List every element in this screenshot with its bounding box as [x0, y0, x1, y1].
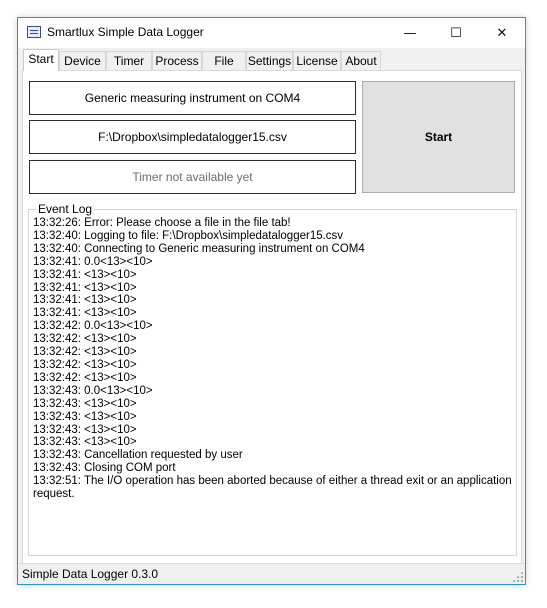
log-line: 13:32:43: <13><10>: [33, 436, 137, 449]
tab-process[interactable]: Process: [152, 51, 202, 70]
log-line: 13:32:40: Connecting to Generic measurin…: [33, 242, 365, 255]
log-line: 13:32:42: <13><10>: [33, 333, 137, 346]
log-line: 13:32:43: <13><10>: [33, 423, 137, 436]
tab-about[interactable]: About: [341, 51, 381, 70]
log-line: 13:32:43: Cancellation requested by user: [33, 449, 243, 462]
title-bar[interactable]: Smartlux Simple Data Logger — ☐ ✕: [18, 18, 525, 48]
tab-start[interactable]: Start: [23, 49, 59, 71]
file-button[interactable]: F:\Dropbox\simpledatalogger15.csv: [29, 120, 356, 154]
window-title: Smartlux Simple Data Logger: [47, 25, 204, 39]
status-bar: Simple Data Logger 0.3.0: [18, 563, 525, 584]
minimize-icon: —: [403, 25, 417, 41]
tab-settings[interactable]: Settings: [246, 51, 293, 70]
tab-timer[interactable]: Timer: [106, 51, 152, 70]
log-line: 13:32:42: <13><10>: [33, 371, 137, 384]
tab-device[interactable]: Device: [59, 51, 106, 70]
log-line: 13:32:43: <13><10>: [33, 397, 137, 410]
minimize-button[interactable]: —: [387, 18, 433, 48]
close-icon: ✕: [496, 25, 508, 41]
log-line: 13:32:42: <13><10>: [33, 358, 137, 371]
resize-grip-icon[interactable]: [512, 571, 523, 582]
app-icon: [27, 26, 41, 38]
log-line: 13:32:43: Closing COM port: [33, 462, 176, 475]
event-log-group: Event Log 13:32:26: Error: Please choose…: [28, 202, 517, 556]
timer-button[interactable]: Timer not available yet: [29, 160, 356, 194]
device-button[interactable]: Generic measuring instrument on COM4: [29, 81, 356, 115]
event-log-title: Event Log: [36, 202, 95, 216]
tab-license[interactable]: License: [293, 51, 341, 70]
log-line: 13:32:41: <13><10>: [33, 294, 137, 307]
close-button[interactable]: ✕: [479, 18, 525, 48]
app-window: Smartlux Simple Data Logger — ☐ ✕ Start …: [17, 17, 526, 585]
log-line: 13:32:42: 0.0<13><10>: [33, 320, 153, 333]
log-line: 13:32:43: 0.0<13><10>: [33, 384, 153, 397]
log-line: 13:32:40: Logging to file: F:\Dropbox\si…: [33, 229, 344, 242]
start-tab-panel: Generic measuring instrument on COM4 F:\…: [22, 70, 522, 564]
log-line: 13:32:41: <13><10>: [33, 281, 137, 294]
maximize-button[interactable]: ☐: [433, 18, 479, 48]
maximize-icon: ☐: [450, 25, 462, 41]
status-text: Simple Data Logger 0.3.0: [22, 567, 159, 581]
start-button[interactable]: Start: [362, 81, 515, 193]
log-line: 13:32:41: <13><10>: [33, 268, 137, 281]
log-line: 13:32:42: <13><10>: [33, 346, 137, 359]
event-log-textbox[interactable]: 13:32:26: Error: Please choose a file in…: [33, 217, 512, 551]
log-line: 13:32:43: <13><10>: [33, 410, 137, 423]
log-line: 13:32:41: 0.0<13><10>: [33, 255, 153, 268]
tab-file[interactable]: File: [202, 51, 246, 70]
log-line: 13:32:26: Error: Please choose a file in…: [33, 217, 291, 229]
log-line: 13:32:51: The I/O operation has been abo…: [33, 475, 512, 501]
log-line: 13:32:41: <13><10>: [33, 307, 137, 320]
